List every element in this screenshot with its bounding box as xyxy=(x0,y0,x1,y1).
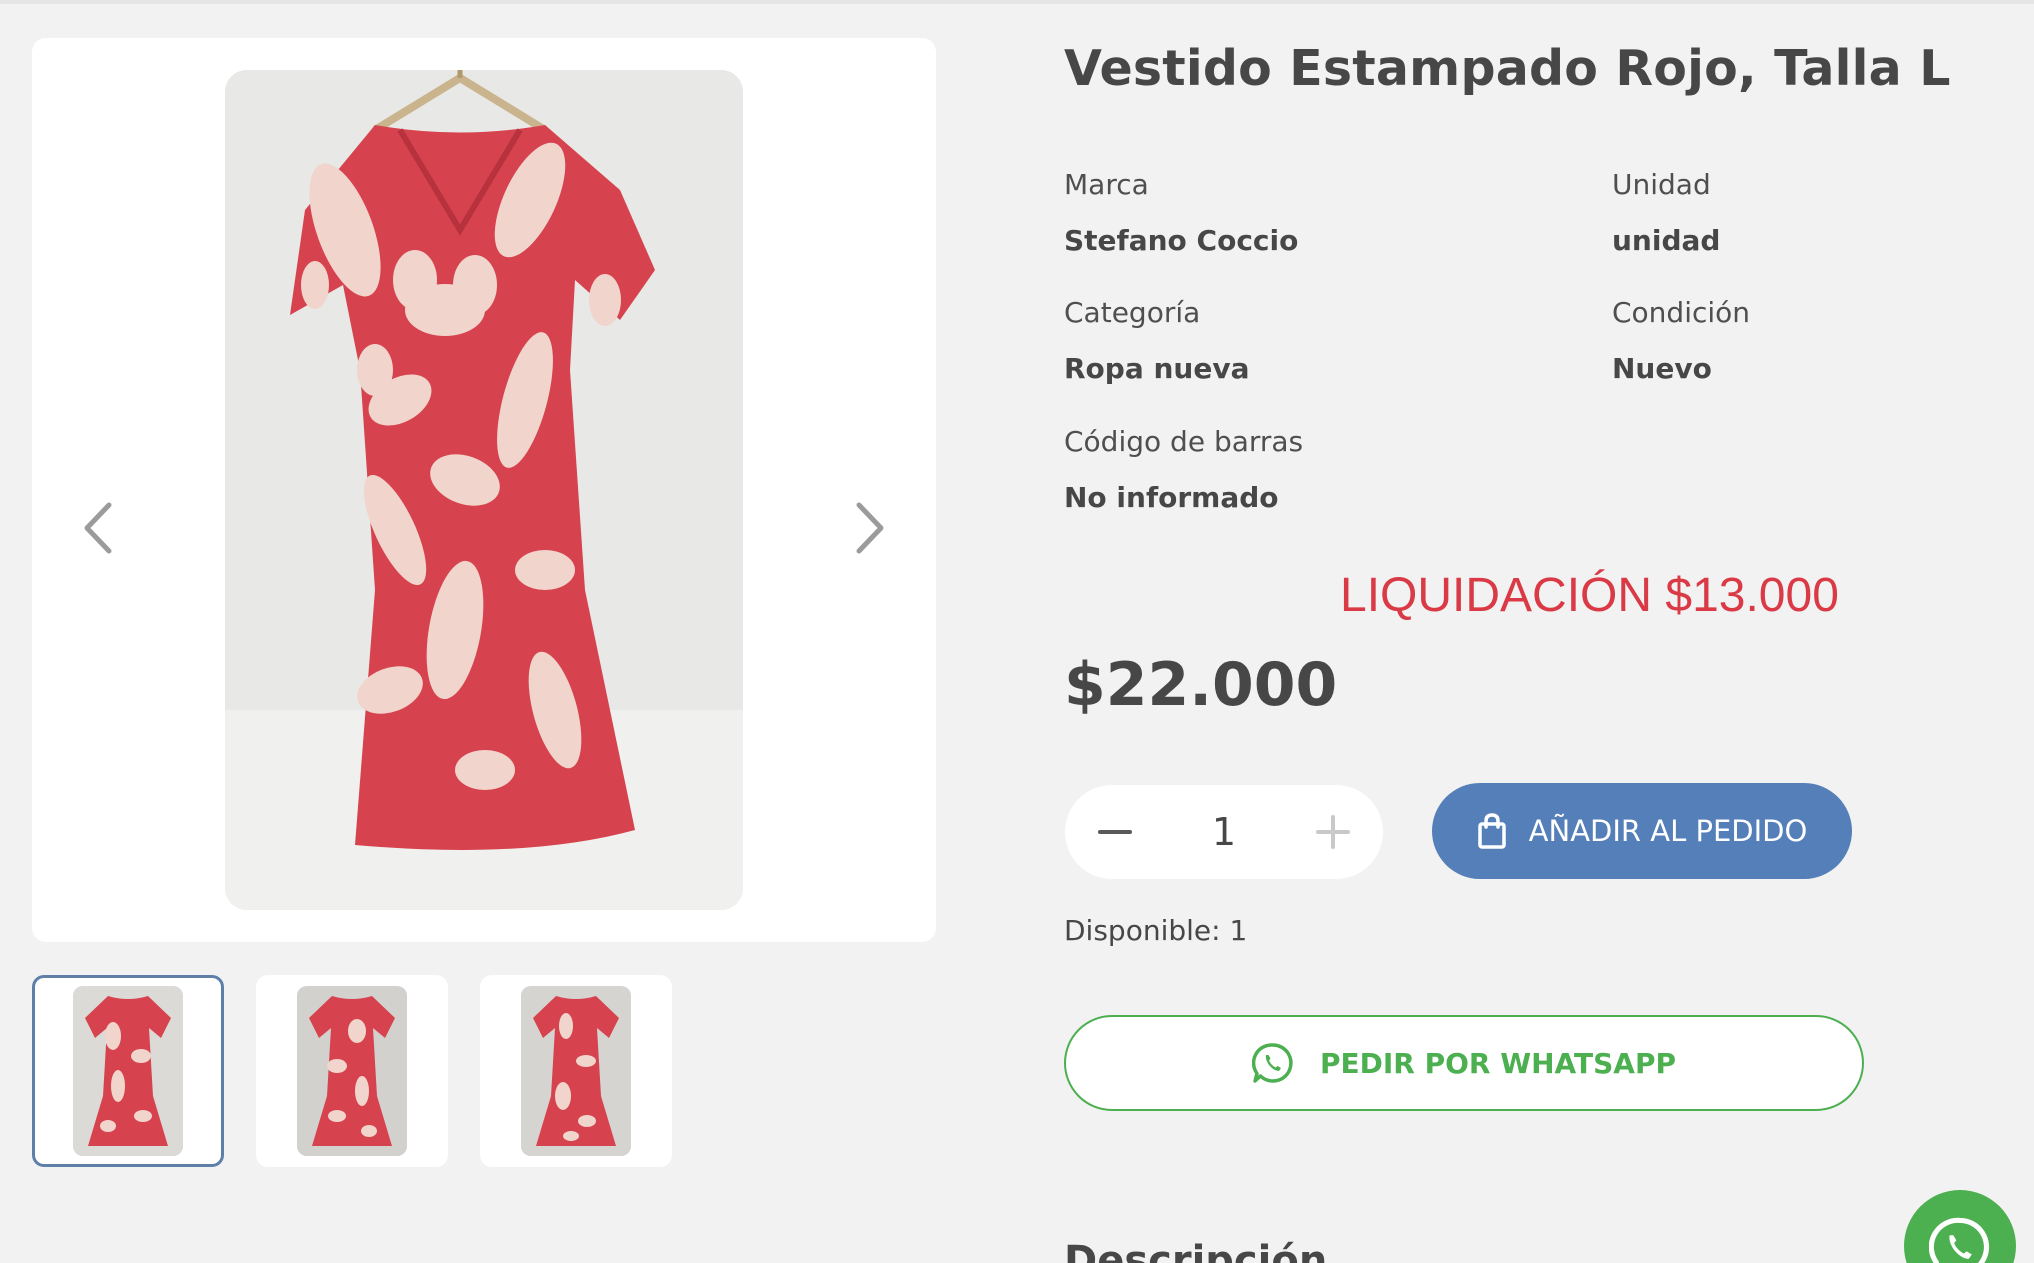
stock-available-text: Disponible: 1 xyxy=(1064,914,1248,947)
thumbnail-1[interactable] xyxy=(32,975,224,1167)
condition-label: Condición xyxy=(1612,296,1751,329)
product-gallery xyxy=(32,38,936,942)
order-whatsapp-button[interactable]: PEDIR POR WHATSAPP xyxy=(1064,1015,1864,1111)
product-title: Vestido Estampado Rojo, Talla L xyxy=(1064,40,1951,97)
thumbnail-image xyxy=(521,986,631,1156)
brand-value: Stefano Coccio xyxy=(1064,224,1299,257)
barcode-label: Código de barras xyxy=(1064,425,1304,458)
thumbnail-image xyxy=(297,986,407,1156)
whatsapp-icon xyxy=(1929,1217,1990,1263)
barcode-value: No informado xyxy=(1064,481,1279,514)
thumbnail-image xyxy=(73,986,183,1156)
increase-quantity-button[interactable] xyxy=(1283,785,1383,879)
sale-promo-text: LIQUIDACIÓN $13.000 xyxy=(1340,569,1839,622)
description-heading: Descripción xyxy=(1064,1238,1328,1263)
add-to-order-label: AÑADIR AL PEDIDO xyxy=(1528,814,1808,848)
unit-label: Unidad xyxy=(1612,168,1711,201)
whatsapp-floating-button[interactable] xyxy=(1904,1190,2016,1263)
main-product-image[interactable] xyxy=(225,70,743,910)
top-divider xyxy=(0,0,2034,4)
unit-value: unidad xyxy=(1612,224,1721,257)
shopping-bag-icon xyxy=(1477,813,1506,849)
condition-value: Nuevo xyxy=(1612,352,1712,385)
category-label: Categoría xyxy=(1064,296,1201,329)
decrease-quantity-button[interactable] xyxy=(1065,785,1165,879)
thumbnail-2[interactable] xyxy=(256,975,448,1167)
thumbnail-3[interactable] xyxy=(480,975,672,1167)
quantity-input[interactable] xyxy=(1165,810,1283,854)
whatsapp-icon xyxy=(1251,1043,1293,1083)
chevron-left-icon xyxy=(84,502,112,554)
product-price: $22.000 xyxy=(1064,650,1338,720)
gallery-thumbnails xyxy=(32,975,672,1167)
quantity-stepper xyxy=(1065,785,1383,879)
order-whatsapp-label: PEDIR POR WHATSAPP xyxy=(1319,1046,1677,1080)
gallery-prev-button[interactable] xyxy=(68,468,128,588)
category-value: Ropa nueva xyxy=(1064,352,1250,385)
plus-icon xyxy=(1316,815,1350,849)
gallery-next-button[interactable] xyxy=(840,468,900,588)
chevron-right-icon xyxy=(856,502,884,554)
brand-label: Marca xyxy=(1064,168,1149,201)
minus-icon xyxy=(1098,830,1132,834)
add-to-order-button[interactable]: AÑADIR AL PEDIDO xyxy=(1432,783,1852,879)
